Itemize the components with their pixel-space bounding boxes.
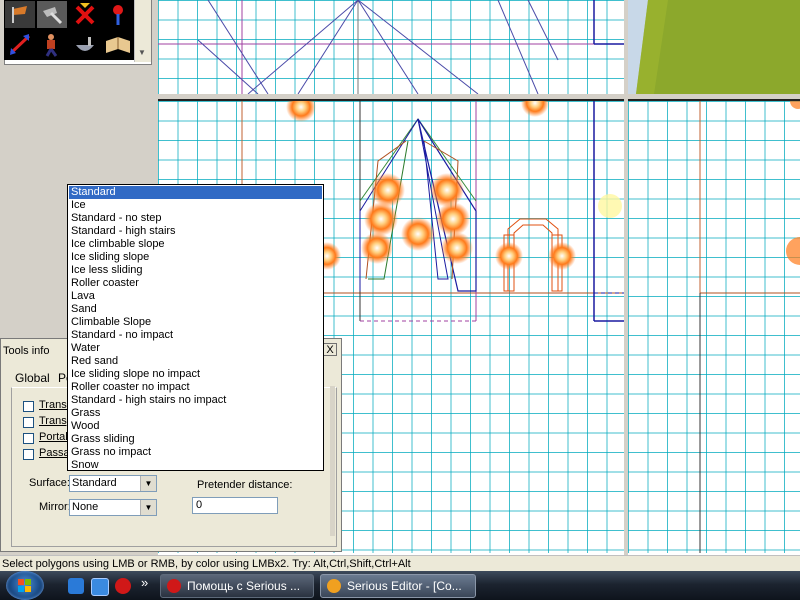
checkbox-portal-label: Portal: [39, 431, 68, 443]
dialog-scrollbar[interactable]: [330, 386, 335, 536]
toolbox-scrollbar[interactable]: ▼: [134, 0, 151, 62]
book-icon[interactable]: [103, 31, 133, 58]
surface-option[interactable]: Standard: [69, 186, 322, 199]
task-button-serious-editor[interactable]: Serious Editor - [Co...: [320, 574, 476, 598]
viewport-3d[interactable]: [628, 0, 800, 94]
character-icon[interactable]: [37, 31, 67, 58]
checkbox-portal[interactable]: [23, 433, 34, 444]
surface-option[interactable]: Grass: [69, 407, 322, 420]
close-icon: X: [326, 344, 334, 356]
surface-option[interactable]: Standard - no step: [69, 212, 322, 225]
explorer-icon[interactable]: [91, 578, 109, 596]
chevron-down-icon[interactable]: ▼: [140, 500, 156, 515]
surface-option[interactable]: Standard - no impact: [69, 329, 322, 342]
opera-icon: [167, 579, 181, 593]
viewport-top-geometry: [158, 0, 624, 94]
surface-select-value: Standard: [72, 477, 117, 489]
checkbox-transparent[interactable]: [23, 417, 34, 428]
surface-option[interactable]: Lava: [69, 290, 322, 303]
task-button-serious-editor-label: Serious Editor - [Co...: [347, 579, 462, 593]
viewport-top[interactable]: [158, 0, 624, 96]
tools-info-title: Tools info: [3, 345, 50, 357]
surface-option[interactable]: Ice sliding slope no impact: [69, 368, 322, 381]
status-bar: Select polygons using LMB or RMB, by col…: [0, 555, 800, 571]
viewport-3d-scene: [628, 0, 800, 94]
start-button[interactable]: [6, 571, 44, 600]
surface-option[interactable]: Roller coaster: [69, 277, 322, 290]
surface-option[interactable]: Ice climbable slope: [69, 238, 322, 251]
close-button[interactable]: X: [323, 343, 337, 356]
surface-option[interactable]: Red sand: [69, 355, 322, 368]
surface-option[interactable]: Water: [69, 342, 322, 355]
surface-option[interactable]: Sand: [69, 303, 322, 316]
task-button-help[interactable]: Помощь с Serious ...: [160, 574, 314, 598]
opera-icon[interactable]: [115, 578, 131, 594]
tool-grid: [4, 0, 134, 60]
surface-select[interactable]: Standard ▼: [69, 475, 157, 492]
scroll-down-icon[interactable]: ▼: [138, 48, 146, 57]
red-x-icon[interactable]: [70, 1, 100, 28]
mirror-select-value: None: [72, 501, 99, 513]
surface-option[interactable]: Ice: [69, 199, 322, 212]
surface-option[interactable]: Roller coaster no impact: [69, 381, 322, 394]
ie-icon[interactable]: [68, 578, 84, 594]
checkbox-translucent-label: Transl: [39, 399, 70, 411]
viewport-side-geometry: [699, 101, 800, 553]
tab-global[interactable]: Global: [15, 371, 50, 385]
surface-option[interactable]: Ice less sliding: [69, 264, 322, 277]
mirror-select[interactable]: None ▼: [69, 499, 157, 516]
rotate-arrow-icon[interactable]: [5, 31, 35, 58]
surface-option[interactable]: Climbable Slope: [69, 316, 322, 329]
surface-label: Surface:: [29, 477, 70, 489]
blue-pin-icon[interactable]: [103, 1, 133, 28]
pretender-distance-label: Pretender distance:: [197, 479, 293, 491]
surface-option[interactable]: Standard - high stairs no impact: [69, 394, 322, 407]
viewport-side[interactable]: [628, 99, 800, 553]
surface-dropdown-list[interactable]: Standard Ice Standard - no step Standard - …: [67, 184, 324, 471]
flag-tool-icon[interactable]: [5, 1, 35, 28]
taskbar-overflow-icon[interactable]: »: [141, 575, 148, 590]
chevron-down-icon[interactable]: ▼: [140, 476, 156, 491]
surface-option[interactable]: Ice sliding slope: [69, 251, 322, 264]
hammer-tool-icon[interactable]: [37, 1, 67, 28]
mirror-label: Mirror:: [39, 501, 71, 513]
surface-option[interactable]: Wood: [69, 420, 322, 433]
serious-editor-icon: [327, 579, 341, 593]
checkbox-translucent[interactable]: [23, 401, 34, 412]
bowl-icon[interactable]: [70, 31, 100, 58]
checkbox-passable[interactable]: [23, 449, 34, 460]
status-text: Select polygons using LMB or RMB, by col…: [2, 558, 411, 570]
pretender-distance-value: 0: [196, 499, 203, 511]
task-button-help-label: Помощь с Serious ...: [187, 579, 301, 593]
surface-option[interactable]: Standard - high stairs: [69, 225, 322, 238]
surface-option[interactable]: Grass sliding: [69, 433, 322, 446]
surface-option[interactable]: Grass no impact: [69, 446, 322, 459]
pretender-distance-input[interactable]: 0: [192, 497, 278, 514]
taskbar: » Помощь с Serious ... Serious Editor - …: [0, 571, 800, 600]
checkbox-passable-label: Passa: [39, 447, 70, 459]
windows-logo-icon: [18, 579, 31, 592]
surface-option[interactable]: Snow: [69, 459, 322, 472]
